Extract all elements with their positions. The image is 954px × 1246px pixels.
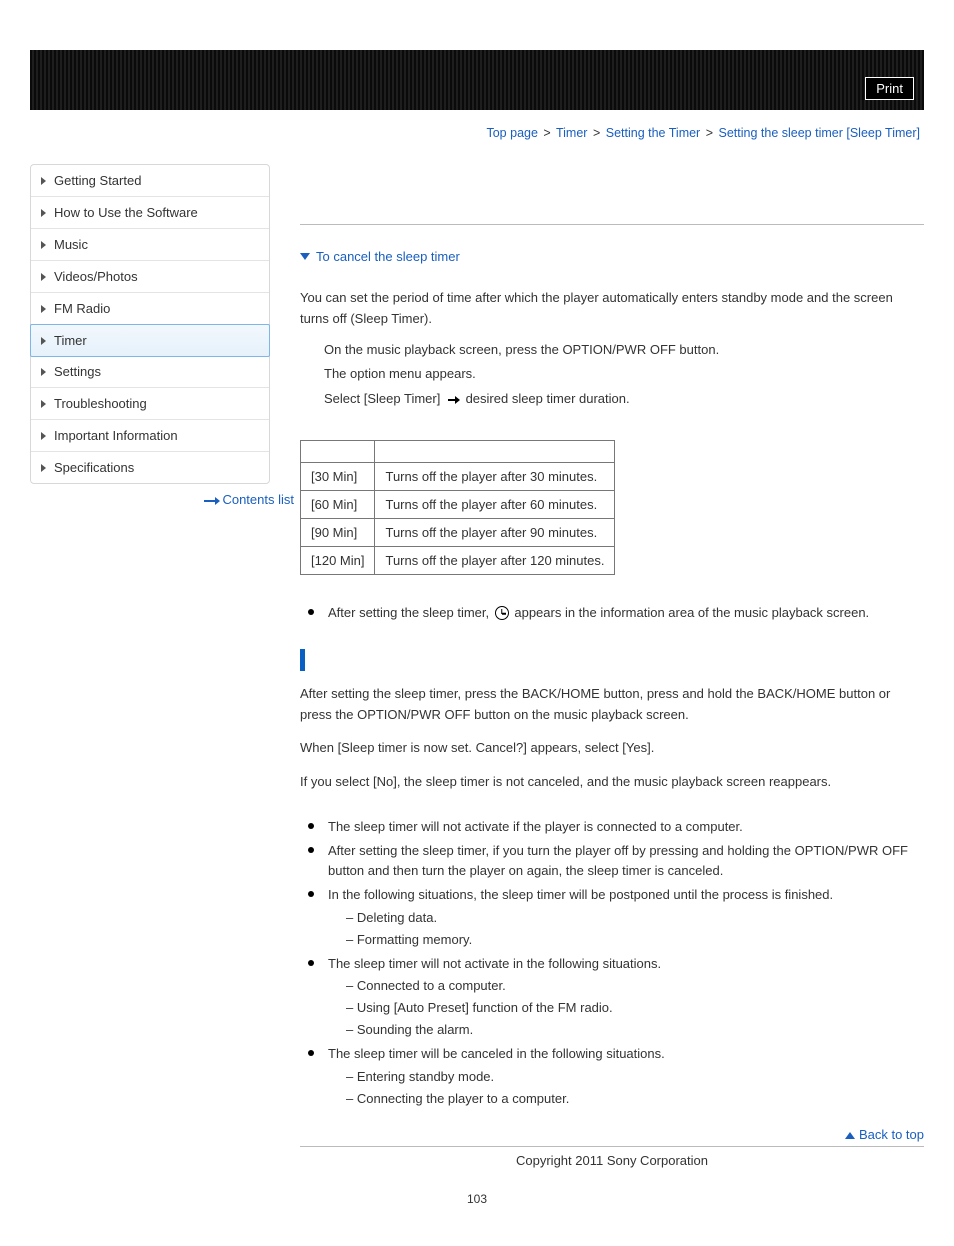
chevron-right-icon: [41, 464, 46, 472]
options-table: [30 Min]Turns off the player after 30 mi…: [300, 440, 615, 575]
sidebar-item-label: Settings: [54, 364, 101, 379]
print-button[interactable]: Print: [865, 77, 914, 100]
tip-list: After setting the sleep timer, appears i…: [300, 603, 924, 623]
back-to-top-label: Back to top: [859, 1127, 924, 1142]
breadcrumb-sep: >: [593, 126, 600, 140]
sleep-timer-icon: [495, 606, 509, 620]
table-row: [60 Min]Turns off the player after 60 mi…: [301, 490, 615, 518]
intro-text: You can set the period of time after whi…: [300, 288, 924, 330]
arrow-right-icon: [448, 399, 458, 401]
table-head-row: [301, 440, 615, 462]
sidebar-item-label: Troubleshooting: [54, 396, 147, 411]
table-cell-desc: Turns off the player after 30 minutes.: [375, 462, 615, 490]
contents-list-link[interactable]: Contents list: [222, 492, 294, 507]
cancel-paragraph: When [Sleep timer is now set. Cancel?] a…: [300, 738, 924, 759]
breadcrumb-link[interactable]: Setting the Timer: [606, 126, 701, 140]
table-cell-option: [60 Min]: [301, 490, 375, 518]
page-number: 103: [30, 1192, 924, 1206]
note-sublist: Entering standby mode. Connecting the pl…: [328, 1067, 924, 1109]
sidebar-item-label: Specifications: [54, 460, 134, 475]
sidebar-item-label: Getting Started: [54, 173, 141, 188]
breadcrumb-link[interactable]: Timer: [556, 126, 587, 140]
table-cell-desc: Turns off the player after 120 minutes.: [375, 546, 615, 574]
notes-list: The sleep timer will not activate if the…: [300, 817, 924, 1109]
breadcrumb: Top page > Timer > Setting the Timer > S…: [30, 118, 924, 164]
breadcrumb-sep: >: [706, 126, 713, 140]
main-content: To cancel the sleep timer You can set th…: [300, 164, 924, 1168]
divider: [300, 224, 924, 225]
note-subitem: Using [Auto Preset] function of the FM r…: [346, 998, 924, 1018]
sidebar-item-fm-radio[interactable]: FM Radio: [31, 293, 269, 325]
step-line: Select [Sleep Timer] desired sleep timer…: [324, 387, 924, 412]
sidebar-item-how-to-use[interactable]: How to Use the Software: [31, 197, 269, 229]
tip-item: After setting the sleep timer, appears i…: [322, 603, 924, 623]
chevron-right-icon: [41, 241, 46, 249]
sidebar-item-settings[interactable]: Settings: [31, 356, 269, 388]
sidebar-item-videos-photos[interactable]: Videos/Photos: [31, 261, 269, 293]
note-subitem: Formatting memory.: [346, 930, 924, 950]
sidebar-item-label: Music: [54, 237, 88, 252]
note-subitem: Deleting data.: [346, 908, 924, 928]
note-item: In the following situations, the sleep t…: [322, 885, 924, 949]
chevron-right-icon: [41, 177, 46, 185]
sidebar-item-label: FM Radio: [54, 301, 110, 316]
sidebar-item-important-info[interactable]: Important Information: [31, 420, 269, 452]
chevron-right-icon: [41, 432, 46, 440]
section-marker: [300, 649, 924, 671]
chevron-right-icon: [41, 400, 46, 408]
chevron-right-icon: [41, 337, 46, 345]
sidebar-item-getting-started[interactable]: Getting Started: [31, 165, 269, 197]
note-subitem: Entering standby mode.: [346, 1067, 924, 1087]
cancel-paragraph: If you select [No], the sleep timer is n…: [300, 772, 924, 793]
sidebar-item-specifications[interactable]: Specifications: [31, 452, 269, 483]
sidebar-item-troubleshooting[interactable]: Troubleshooting: [31, 388, 269, 420]
chevron-right-icon: [41, 368, 46, 376]
top-banner: Print: [30, 50, 924, 110]
sidebar-item-label: Videos/Photos: [54, 269, 138, 284]
steps-block: On the music playback screen, press the …: [300, 338, 924, 412]
breadcrumb-current[interactable]: Setting the sleep timer [Sleep Timer]: [719, 126, 920, 140]
footer-copyright: Copyright 2011 Sony Corporation: [300, 1146, 924, 1168]
back-to-top-link[interactable]: Back to top: [300, 1127, 924, 1142]
anchor-to-cancel[interactable]: To cancel the sleep timer: [300, 249, 924, 264]
table-cell-option: [90 Min]: [301, 518, 375, 546]
chevron-right-icon: [41, 305, 46, 313]
table-cell-desc: Turns off the player after 90 minutes.: [375, 518, 615, 546]
note-item: The sleep timer will not activate in the…: [322, 954, 924, 1041]
sidebar-item-label: How to Use the Software: [54, 205, 198, 220]
table-cell-option: [120 Min]: [301, 546, 375, 574]
table-row: [30 Min]Turns off the player after 30 mi…: [301, 462, 615, 490]
table-cell-option: [30 Min]: [301, 462, 375, 490]
breadcrumb-link[interactable]: Top page: [486, 126, 537, 140]
note-sublist: Connected to a computer. Using [Auto Pre…: [328, 976, 924, 1040]
chevron-up-icon: [845, 1132, 855, 1139]
table-cell-desc: Turns off the player after 60 minutes.: [375, 490, 615, 518]
sidebar-item-music[interactable]: Music: [31, 229, 269, 261]
sidebar-item-label: Timer: [54, 333, 87, 348]
note-subitem: Connected to a computer.: [346, 976, 924, 996]
breadcrumb-sep: >: [543, 126, 550, 140]
anchor-label: To cancel the sleep timer: [316, 249, 460, 264]
note-subitem: Sounding the alarm.: [346, 1020, 924, 1040]
note-subitem: Connecting the player to a computer.: [346, 1089, 924, 1109]
table-row: [90 Min]Turns off the player after 90 mi…: [301, 518, 615, 546]
sidebar-item-label: Important Information: [54, 428, 178, 443]
note-sublist: Deleting data. Formatting memory.: [328, 908, 924, 950]
sidebar-item-timer[interactable]: Timer: [30, 324, 270, 357]
chevron-down-icon: [300, 253, 310, 260]
sidebar-nav: Getting Started How to Use the Software …: [30, 164, 270, 484]
arrow-right-icon: [204, 500, 218, 502]
chevron-right-icon: [41, 209, 46, 217]
chevron-right-icon: [41, 273, 46, 281]
note-item: The sleep timer will be canceled in the …: [322, 1044, 924, 1108]
table-row: [120 Min]Turns off the player after 120 …: [301, 546, 615, 574]
cancel-paragraph: After setting the sleep timer, press the…: [300, 684, 924, 726]
note-item: The sleep timer will not activate if the…: [322, 817, 924, 837]
step-line: On the music playback screen, press the …: [324, 338, 924, 363]
note-item: After setting the sleep timer, if you tu…: [322, 841, 924, 881]
step-line: The option menu appears.: [324, 362, 924, 387]
